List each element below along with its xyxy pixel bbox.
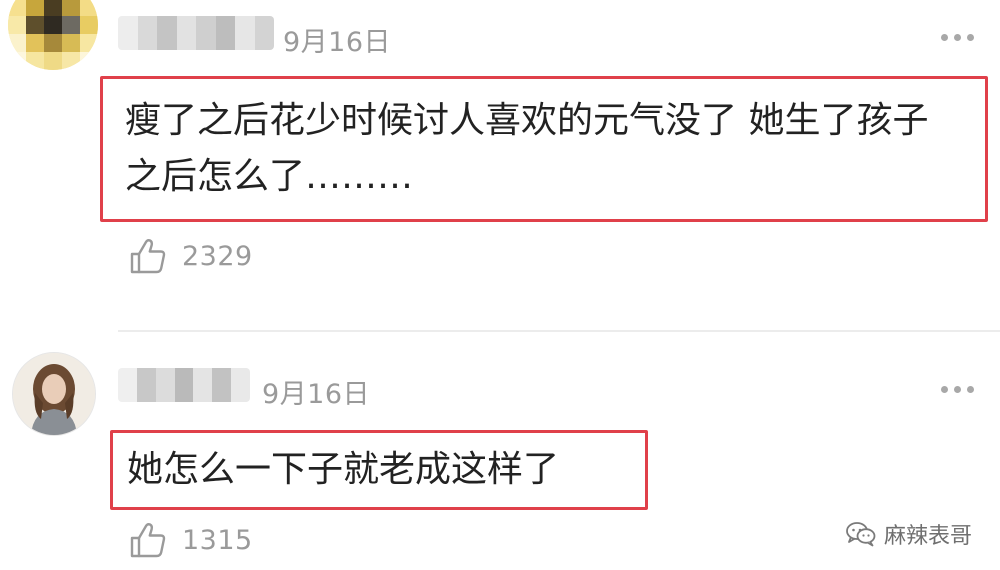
comment-text: 瘦了之后花少时候讨人喜欢的元气没了 她生了孩子之后怎么了……… (100, 76, 988, 222)
username-blurred[interactable] (118, 368, 250, 402)
thumbs-up-icon (130, 523, 166, 558)
like-count: 1315 (182, 524, 253, 556)
avatar[interactable] (12, 352, 96, 436)
wechat-icon (846, 522, 876, 547)
thumbs-up-icon (130, 239, 166, 274)
comment-text: 她怎么一下子就老成这样了 (110, 430, 648, 510)
like-count: 2329 (182, 240, 253, 272)
watermark-text: 麻辣表哥 (883, 524, 972, 549)
comment-date: 9月16日 (262, 379, 371, 410)
comment-page: 9月16日 瘦了之后花少时候讨人喜欢的元气没了 她生了孩子之后怎么了……… 23… (0, 0, 1000, 570)
more-dots-icon[interactable] (941, 386, 974, 393)
comment-item: 9月16日 瘦了之后花少时候讨人喜欢的元气没了 她生了孩子之后怎么了……… 23… (0, 0, 1000, 300)
watermark: 麻辣表哥 (846, 518, 972, 550)
username-blurred[interactable] (118, 16, 274, 50)
more-dots-icon[interactable] (941, 34, 974, 41)
avatar-photo (13, 353, 95, 435)
like-button[interactable]: 1315 (128, 520, 253, 560)
avatar-mosaic (8, 0, 98, 70)
comment-date: 9月16日 (283, 27, 392, 58)
like-button[interactable]: 2329 (128, 236, 253, 276)
avatar-pixelated[interactable] (8, 0, 98, 70)
